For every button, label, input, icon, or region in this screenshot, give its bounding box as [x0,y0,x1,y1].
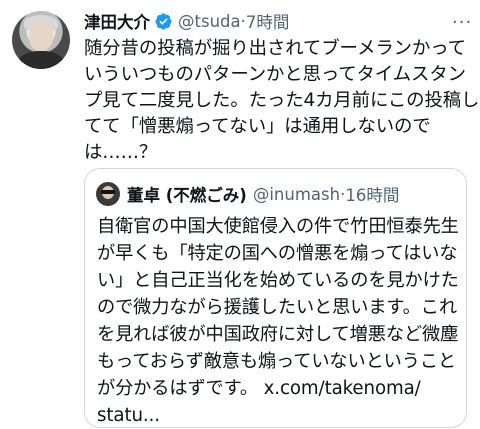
author-handle[interactable]: @tsuda [178,12,241,31]
quote-avatar-glasses [101,190,115,194]
quote-author-handle[interactable]: @inumash [253,185,340,204]
tweet-text: 随分昔の投稿が掘り出されてブーメランかって いういつものパターンかと思ってタイム… [84,36,480,166]
quote-text-line: を見れば彼が中国政府に対して増悪など微塵 [97,324,459,345]
quote-text-line: 自衛官の中国大使館侵入の件で竹田恒泰先生 [97,216,459,237]
more-options-icon[interactable]: ··· [452,12,472,33]
quote-text-line: が分かるはずです。 x.com/takenoma/ [97,378,421,399]
tweet-time[interactable]: 7時間 [246,9,290,33]
tweet-header: 津田大介 @tsuda · 7時間 [84,9,289,33]
verified-badge-icon [155,12,172,30]
quoted-tweet-card[interactable]: 董卓 (不燃ごみ) @inumash · 16時間 自衛官の中国大使館侵入の件で… [84,168,467,428]
quote-text-line: が早くも「特定の国への憎悪を煽ってはいな [97,243,458,264]
quote-text-line: もっておらず敵意も煽っていないということ [97,351,457,372]
quote-author-avatar[interactable] [96,182,120,206]
quote-text-line: ので微力ながら援護したいと思います。これ [97,297,457,318]
quote-text: 自衛官の中国大使館侵入の件で竹田恒泰先生 が早くも「特定の国への憎悪を煽ってはい… [97,213,459,429]
quote-header: 董卓 (不燃ごみ) @inumash · 16時間 [127,182,399,206]
tweet-text-line: てて「憎悪煽ってない」は通用しないので [84,116,431,137]
author-avatar[interactable] [12,11,70,69]
quote-text-line: statu... [97,405,160,426]
tweet-text-line: いういつものパターンかと思ってタイムスタン [84,64,466,85]
quote-text-line: い」と自己正当化を始めているのを見かけた [97,270,459,291]
tweet-text-line: は……？ [84,142,158,163]
quote-author-name[interactable]: 董卓 (不燃ごみ) [127,182,247,206]
avatar-body [17,51,65,69]
tweet-text-line: プ見て二度見した。たった4カ月前にこの投稿し [84,90,480,111]
quote-time[interactable]: 16時間 [345,182,399,206]
tweet-text-line: 随分昔の投稿が掘り出されてブーメランかって [84,38,466,59]
avatar-face [29,21,53,51]
author-name[interactable]: 津田大介 [84,9,150,33]
